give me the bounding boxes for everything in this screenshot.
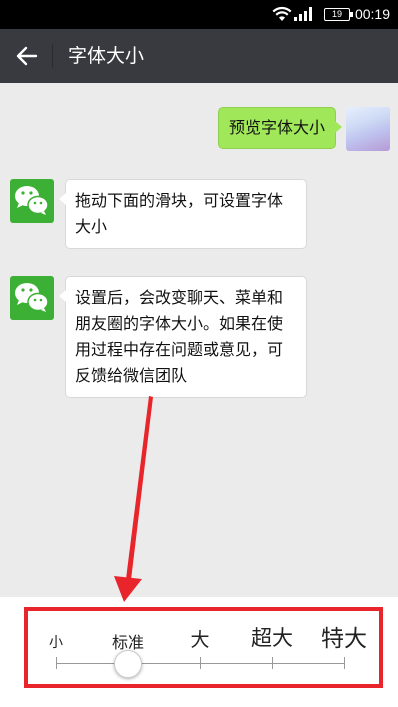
incoming-bubble: 设置后，会改变聊天、菜单和朋友圈的字体大小。如果在使用过程中存在问题或意见，可反… <box>59 276 307 398</box>
status-bar: 19 00:19 <box>0 0 398 29</box>
arrow-left-icon <box>16 46 38 66</box>
outgoing-message: 预览字体大小 <box>217 107 390 151</box>
wifi-icon <box>272 6 292 21</box>
app-bar-divider <box>52 44 53 68</box>
incoming-message: 设置后，会改变聊天、菜单和朋友圈的字体大小。如果在使用过程中存在问题或意见，可反… <box>10 276 307 398</box>
outgoing-bubble: 预览字体大小 <box>217 107 343 149</box>
clock: 00:19 <box>354 6 390 22</box>
wechat-logo-icon[interactable] <box>10 276 54 320</box>
app-bar: 字体大小 <box>0 29 398 83</box>
chat-preview: 预览字体大小 拖动下面的滑块，可设置字体大小 设置后，会改变聊天、菜单和朋友圈的… <box>0 83 398 597</box>
battery-indicator: 19 <box>324 8 353 21</box>
incoming-message: 拖动下面的滑块，可设置字体大小 <box>10 179 307 249</box>
incoming-bubble: 拖动下面的滑块，可设置字体大小 <box>59 179 307 249</box>
back-button[interactable] <box>10 39 44 73</box>
wechat-logo-icon[interactable] <box>10 179 54 223</box>
signal-icon <box>294 7 312 21</box>
user-avatar[interactable] <box>346 107 390 151</box>
highlight-annotation-box <box>24 607 383 688</box>
page-title: 字体大小 <box>68 45 145 67</box>
